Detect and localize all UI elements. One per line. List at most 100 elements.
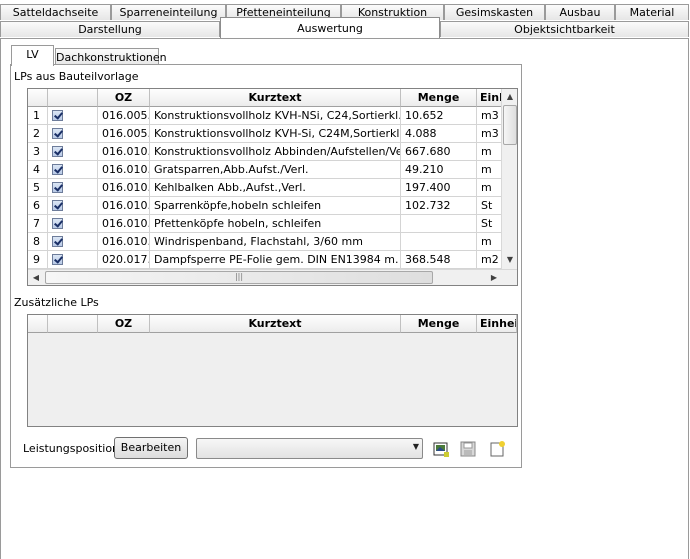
row-number[interactable]: 5: [28, 179, 48, 197]
checkbox-checked[interactable]: [52, 236, 63, 247]
cell-einheit[interactable]: m3: [477, 125, 502, 143]
tab-satteldachseite[interactable]: Satteldachseite: [0, 4, 111, 20]
row-number[interactable]: 3: [28, 143, 48, 161]
tab-darstellung[interactable]: Darstellung: [0, 21, 220, 37]
cell-menge[interactable]: 4.088: [401, 125, 477, 143]
cell-menge[interactable]: 197.400: [401, 179, 477, 197]
checkbox-checked[interactable]: [52, 254, 63, 265]
new-document-icon[interactable]: [488, 440, 506, 458]
cell-oz[interactable]: 020.017.110: [98, 251, 150, 269]
row-checkbox[interactable]: [48, 143, 98, 161]
cell-menge[interactable]: [401, 233, 477, 251]
checkbox-checked[interactable]: [52, 182, 63, 193]
cell-oz[interactable]: 016.010.210: [98, 143, 150, 161]
cell-kurztext[interactable]: Konstruktionsvollholz Abbinden/Aufstelle…: [150, 143, 401, 161]
cell-oz[interactable]: 016.005.210: [98, 107, 150, 125]
additional-lp-table: OZ Kurztext Menge Einhei: [27, 314, 518, 427]
cell-einheit[interactable]: m2: [477, 251, 502, 269]
row-checkbox[interactable]: [48, 251, 98, 269]
tab-objektsichtbarkeit[interactable]: Objektsichtbarkeit: [440, 21, 689, 37]
header-rownum: [28, 89, 48, 107]
empty-table-area: [28, 333, 517, 426]
header-einheit-2[interactable]: Einhei: [477, 315, 517, 333]
cell-einheit[interactable]: m: [477, 161, 502, 179]
cell-kurztext[interactable]: Dampfsperre PE-Folie gem. DIN EN13984 m.…: [150, 251, 401, 269]
row-checkbox[interactable]: [48, 179, 98, 197]
header-oz[interactable]: OZ: [98, 89, 150, 107]
cell-oz[interactable]: 016.010.500: [98, 161, 150, 179]
scroll-down-icon[interactable]: ▼: [502, 252, 517, 268]
row-checkbox[interactable]: [48, 161, 98, 179]
lp-table: OZ Kurztext Menge Einh 1 016.005.210Konst…: [27, 88, 518, 286]
tab-auswertung[interactable]: Auswertung: [220, 17, 440, 38]
header-oz-2[interactable]: OZ: [98, 315, 150, 333]
row-checkbox[interactable]: [48, 107, 98, 125]
row-checkbox[interactable]: [48, 215, 98, 233]
row-number[interactable]: 1: [28, 107, 48, 125]
row-number[interactable]: 6: [28, 197, 48, 215]
cell-menge[interactable]: [401, 215, 477, 233]
cell-kurztext[interactable]: Konstruktionsvollholz KVH-Si, C24M,Sorti…: [150, 125, 401, 143]
cell-kurztext[interactable]: Konstruktionsvollholz KVH-NSi, C24,Sorti…: [150, 107, 401, 125]
cell-einheit[interactable]: m: [477, 233, 502, 251]
cell-kurztext[interactable]: Gratsparren,Abb.Aufst./Verl.: [150, 161, 401, 179]
header-einheit[interactable]: Einh: [477, 89, 502, 107]
scroll-thumb-vertical[interactable]: [503, 105, 517, 145]
cell-kurztext[interactable]: Kehlbalken Abb.,Aufst.,Verl.: [150, 179, 401, 197]
cell-kurztext[interactable]: Pfettenköpfe hobeln, schleifen: [150, 215, 401, 233]
cell-oz[interactable]: 016.010.900: [98, 215, 150, 233]
cell-oz[interactable]: 016.010.550: [98, 179, 150, 197]
save-icon[interactable]: [459, 440, 477, 458]
cell-einheit[interactable]: m3: [477, 107, 502, 125]
checkbox-checked[interactable]: [52, 146, 63, 157]
leistungsposition-combo[interactable]: ▼: [196, 438, 423, 459]
cell-kurztext[interactable]: Windrispenband, Flachstahl, 3/60 mm: [150, 233, 401, 251]
tab-gesimskasten[interactable]: Gesimskasten: [444, 4, 545, 20]
checkbox-checked[interactable]: [52, 128, 63, 139]
cell-einheit[interactable]: St: [477, 197, 502, 215]
cell-oz[interactable]: 016.010.800: [98, 197, 150, 215]
tab-ausbau[interactable]: Ausbau: [545, 4, 615, 20]
bearbeiten-button[interactable]: Bearbeiten: [114, 437, 188, 459]
checkbox-checked[interactable]: [52, 218, 63, 229]
horizontal-scrollbar[interactable]: ◀ ||| ▶: [28, 269, 517, 285]
row-checkbox[interactable]: [48, 233, 98, 251]
row-number[interactable]: 9: [28, 251, 48, 269]
scroll-up-icon[interactable]: ▲: [502, 89, 517, 105]
cell-einheit[interactable]: St: [477, 215, 502, 233]
header-kurztext[interactable]: Kurztext: [150, 89, 401, 107]
header-menge-2[interactable]: Menge: [401, 315, 477, 333]
row-number[interactable]: 4: [28, 161, 48, 179]
cell-menge[interactable]: 102.732: [401, 197, 477, 215]
tab-sparreneinteilung[interactable]: Sparreneinteilung: [111, 4, 226, 20]
row-number[interactable]: 2: [28, 125, 48, 143]
cell-menge[interactable]: 10.652: [401, 107, 477, 125]
combo-arrow-icon[interactable]: ▼: [413, 442, 419, 451]
row-number[interactable]: 8: [28, 233, 48, 251]
cell-oz[interactable]: 016.010.930: [98, 233, 150, 251]
cell-menge[interactable]: 368.548: [401, 251, 477, 269]
header-menge[interactable]: Menge: [401, 89, 477, 107]
cell-einheit[interactable]: m: [477, 143, 502, 161]
row-number[interactable]: 7: [28, 215, 48, 233]
checkbox-checked[interactable]: [52, 164, 63, 175]
cell-oz[interactable]: 016.005.310: [98, 125, 150, 143]
image-icon[interactable]: [432, 440, 450, 458]
row-checkbox[interactable]: [48, 125, 98, 143]
tab-material[interactable]: Material: [615, 4, 689, 20]
vertical-scrollbar[interactable]: ▲ ▼: [501, 89, 517, 269]
cell-menge[interactable]: 49.210: [401, 161, 477, 179]
checkbox-checked[interactable]: [52, 200, 63, 211]
header-kurztext-2[interactable]: Kurztext: [150, 315, 401, 333]
row-checkbox[interactable]: [48, 197, 98, 215]
section-label-bauteilvorlage: LPs aus Bauteilvorlage: [14, 70, 139, 83]
tab-row-bottom: Darstellung Auswertung Objektsichtbarkei…: [0, 17, 690, 38]
subtab-lv[interactable]: LV: [11, 45, 54, 66]
scroll-thumb-horizontal[interactable]: |||: [45, 271, 433, 284]
cell-kurztext[interactable]: Sparrenköpfe,hobeln schleifen: [150, 197, 401, 215]
scroll-right-icon[interactable]: ▶: [486, 270, 502, 285]
scroll-left-icon[interactable]: ◀: [28, 270, 44, 285]
cell-menge[interactable]: 667.680: [401, 143, 477, 161]
cell-einheit[interactable]: m: [477, 179, 502, 197]
checkbox-checked[interactable]: [52, 110, 63, 121]
